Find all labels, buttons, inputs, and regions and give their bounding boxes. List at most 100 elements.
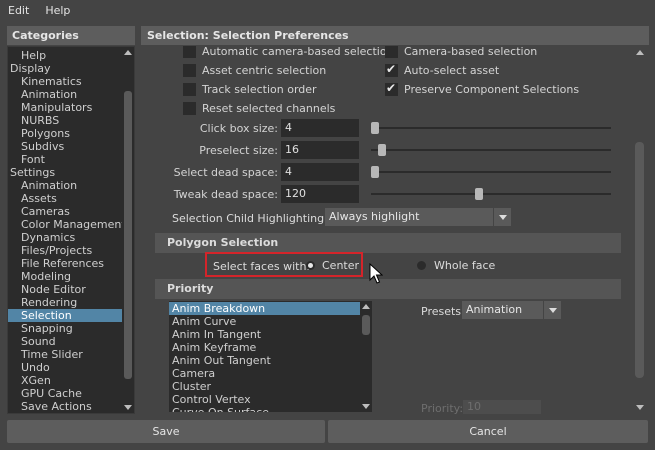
category-item[interactable]: Save Actions xyxy=(8,400,122,413)
priority-header[interactable]: Priority xyxy=(155,279,621,299)
preselect-slider[interactable] xyxy=(371,141,611,159)
category-item[interactable]: Help xyxy=(8,49,122,62)
priority-item[interactable]: Curve On Surface xyxy=(169,406,360,412)
priority-item[interactable]: Anim Curve xyxy=(169,315,360,328)
auto-camera-checkbox-row[interactable]: Automatic camera-based selection xyxy=(183,46,394,60)
category-item[interactable]: XGen xyxy=(8,374,122,387)
priority-item[interactable]: Camera xyxy=(169,367,360,380)
category-item[interactable]: Manipulators xyxy=(8,101,122,114)
scroll-thumb[interactable] xyxy=(635,142,644,378)
presets-dropdown[interactable]: Animation xyxy=(462,301,561,319)
mouse-cursor-icon xyxy=(369,263,383,284)
scroll-down-icon[interactable] xyxy=(124,405,132,410)
reset-channels-checkbox-row[interactable]: Reset selected channels xyxy=(183,100,335,117)
priority-item[interactable]: Anim Keyframe xyxy=(169,341,360,354)
priority-value-input[interactable]: 10 xyxy=(463,400,541,414)
priority-list[interactable]: Anim Breakdown Anim Curve Anim In Tangent A… xyxy=(169,301,372,412)
auto-select-asset-checkbox-row[interactable]: Auto-select asset xyxy=(385,62,499,79)
preserve-component-checkbox[interactable] xyxy=(385,81,398,96)
polygon-selection-header[interactable]: Polygon Selection xyxy=(155,233,621,253)
category-item[interactable]: Assets xyxy=(8,192,122,205)
scroll-up-icon[interactable] xyxy=(636,50,644,55)
categories-scrollbar[interactable] xyxy=(122,47,134,413)
prefs-scrollbar[interactable] xyxy=(633,46,647,414)
tweak-dead-input[interactable]: 120 xyxy=(281,185,359,203)
cancel-button[interactable]: Cancel xyxy=(328,420,648,443)
categories-header: Categories xyxy=(7,26,135,45)
reset-channels-checkbox[interactable] xyxy=(183,102,196,115)
category-item[interactable]: Selection xyxy=(8,309,122,322)
priority-item[interactable]: Anim Breakdown xyxy=(169,302,360,315)
category-item[interactable]: Undo xyxy=(8,361,122,374)
chevron-down-icon[interactable] xyxy=(493,208,511,226)
priority-item[interactable]: Anim In Tangent xyxy=(169,328,360,341)
priority-value-label: Priority: xyxy=(421,402,464,414)
camera-based-checkbox[interactable] xyxy=(385,46,398,58)
priority-item[interactable]: Anim Out Tangent xyxy=(169,354,360,367)
camera-based-checkbox-row[interactable]: Camera-based selection xyxy=(385,46,537,60)
category-item[interactable]: Settings xyxy=(8,166,122,179)
preselect-input[interactable]: 16 xyxy=(281,141,359,159)
click-box-slider[interactable] xyxy=(371,119,611,137)
category-item[interactable]: Time Slider xyxy=(8,348,122,361)
category-item[interactable]: Dynamics xyxy=(8,231,122,244)
preserve-component-label: Preserve Component Selections xyxy=(404,83,580,96)
track-order-checkbox[interactable] xyxy=(183,83,196,96)
menu-help[interactable]: Help xyxy=(37,4,78,17)
category-item[interactable]: Rendering xyxy=(8,296,122,309)
select-dead-slider[interactable] xyxy=(371,163,611,181)
save-button[interactable]: Save xyxy=(7,420,325,443)
prefs-header: Selection: Selection Preferences xyxy=(141,26,649,45)
category-item[interactable]: File References xyxy=(8,257,122,270)
auto-camera-label: Automatic camera-based selection xyxy=(202,46,394,58)
category-item[interactable]: Node Editor xyxy=(8,283,122,296)
priority-item[interactable]: Cluster xyxy=(169,380,360,393)
priority-scrollbar[interactable] xyxy=(360,301,372,412)
category-item[interactable]: Subdivs xyxy=(8,140,122,153)
child-highlighting-dropdown[interactable]: Always highlight xyxy=(325,208,511,226)
category-item[interactable]: Animation xyxy=(8,88,122,101)
category-item[interactable]: Modeling xyxy=(8,270,122,283)
categories-list[interactable]: Help Display Kinematics Animation Manipulato… xyxy=(7,46,135,414)
slider-knob[interactable] xyxy=(475,188,484,200)
track-order-checkbox-row[interactable]: Track selection order xyxy=(183,81,317,98)
child-highlighting-value: Always highlight xyxy=(329,210,420,223)
click-box-input[interactable]: 4 xyxy=(281,119,359,137)
preserve-component-checkbox-row[interactable]: Preserve Component Selections xyxy=(385,81,579,98)
priority-item[interactable]: Control Vertex xyxy=(169,393,360,406)
category-item[interactable]: Cameras xyxy=(8,205,122,218)
select-dead-input[interactable]: 4 xyxy=(281,163,359,181)
category-item[interactable]: Color Management xyxy=(8,218,126,231)
whole-face-radio[interactable] xyxy=(417,261,426,270)
category-item[interactable]: Sound xyxy=(8,335,122,348)
category-item[interactable]: Polygons xyxy=(8,127,122,140)
tweak-dead-slider[interactable] xyxy=(371,185,611,203)
menu-edit[interactable]: Edit xyxy=(0,4,37,17)
category-item[interactable]: Display xyxy=(8,62,122,75)
scroll-thumb[interactable] xyxy=(124,91,132,379)
scroll-down-icon[interactable] xyxy=(362,404,370,409)
asset-centric-label: Asset centric selection xyxy=(202,64,327,77)
scroll-down-icon[interactable] xyxy=(636,405,644,410)
reset-channels-label: Reset selected channels xyxy=(202,102,336,115)
category-item[interactable]: GPU Cache xyxy=(8,387,122,400)
tweak-dead-label: Tweak dead space: xyxy=(173,187,278,201)
slider-knob[interactable] xyxy=(371,122,379,134)
prefs-area: Automatic camera-based selection Camera-… xyxy=(141,46,649,414)
category-item[interactable]: Snapping xyxy=(8,322,122,335)
category-item[interactable]: NURBS xyxy=(8,114,122,127)
category-item[interactable]: Kinematics xyxy=(8,75,122,88)
chevron-down-icon[interactable] xyxy=(543,301,561,319)
category-item[interactable]: Files/Projects xyxy=(8,244,122,257)
auto-select-asset-checkbox[interactable] xyxy=(385,62,398,77)
scroll-up-icon[interactable] xyxy=(124,50,132,55)
category-item[interactable]: Font xyxy=(8,153,122,166)
asset-centric-checkbox[interactable] xyxy=(183,64,196,77)
category-item[interactable]: Animation xyxy=(8,179,122,192)
asset-centric-checkbox-row[interactable]: Asset centric selection xyxy=(183,62,326,79)
slider-knob[interactable] xyxy=(371,166,379,178)
slider-knob[interactable] xyxy=(377,144,386,156)
scroll-up-icon[interactable] xyxy=(362,304,370,309)
scroll-thumb[interactable] xyxy=(362,315,370,335)
auto-camera-checkbox[interactable] xyxy=(183,46,196,58)
